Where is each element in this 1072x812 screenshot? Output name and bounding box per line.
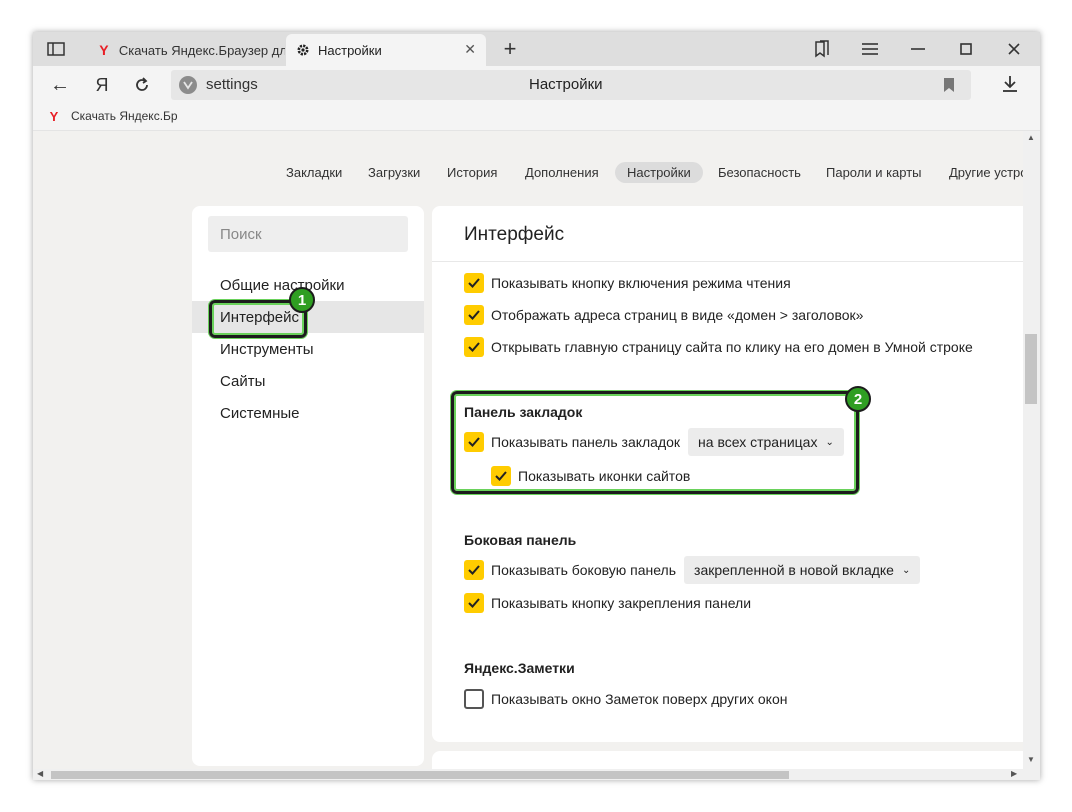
checkbox-unchecked-icon[interactable] — [464, 689, 484, 709]
checkbox-checked-icon[interactable] — [464, 337, 484, 357]
tab-download[interactable]: Y Скачать Яндекс.Браузер дл — [89, 34, 285, 66]
notes-on-top-option[interactable]: Показывать окно Заметок поверх других ок… — [464, 689, 787, 709]
callout-badge-1: 1 — [289, 287, 315, 313]
option-label: Открывать главную страницу сайта по клик… — [491, 339, 973, 355]
new-tab-icon[interactable]: + — [499, 36, 521, 61]
callout-frame-2 — [451, 391, 859, 494]
nav-bookmarks[interactable]: Закладки — [286, 165, 342, 180]
nav-history[interactable]: История — [447, 165, 497, 180]
yandex-home-button[interactable]: Я — [91, 74, 113, 96]
settings-page: Закладки Загрузки История Дополнения Нас… — [33, 131, 1023, 769]
callout-badge-2: 2 — [845, 386, 871, 412]
side-panel-heading: Боковая панель — [464, 532, 577, 548]
search-input[interactable]: Поиск — [208, 216, 408, 252]
download-icon[interactable] — [999, 73, 1021, 95]
select-value: закрепленной в новой вкладке — [694, 562, 894, 578]
bookmark-flag-icon[interactable] — [943, 77, 955, 98]
bookmark-item[interactable]: Y Скачать Яндекс.Бр — [47, 108, 178, 124]
chevron-down-icon: ⌄ — [901, 564, 911, 576]
checkbox-checked-icon[interactable] — [464, 593, 484, 613]
option-label: Показывать боковую панель — [491, 562, 677, 578]
scroll-right-arrow-icon[interactable]: ▶ — [1011, 769, 1017, 778]
sidebar-item-general[interactable]: Общие настройки — [220, 277, 345, 294]
option-label: Отображать адреса страниц в виде «домен … — [491, 307, 864, 323]
address-bar: ← Я settings Настройки — [33, 66, 1040, 104]
browser-window: Y Скачать Яндекс.Браузер дл Настройки ✕ … — [33, 32, 1040, 780]
sidebar-item-system[interactable]: Системные — [220, 405, 299, 422]
vertical-scroll-thumb[interactable] — [1025, 334, 1037, 404]
scroll-up-arrow-icon[interactable]: ▲ — [1027, 133, 1035, 142]
side-panel-select[interactable]: закрепленной в новой вкладке ⌄ — [684, 556, 921, 584]
tab-label: Настройки — [318, 42, 382, 58]
yandex-logo-icon: Y — [99, 42, 109, 58]
vertical-scrollbar[interactable]: ▲ ▼ — [1023, 131, 1040, 769]
settings-sidebar: Поиск Общие настройки Интерфейс Инструме… — [192, 206, 424, 766]
checkbox-checked-icon[interactable] — [464, 273, 484, 293]
horizontal-scroll-thumb[interactable] — [51, 771, 789, 779]
nav-extensions[interactable]: Дополнения — [525, 165, 599, 180]
reading-mode-option[interactable]: Показывать кнопку включения режима чтени… — [464, 273, 791, 293]
page-title: Настройки — [529, 76, 603, 93]
hamburger-icon[interactable] — [859, 39, 881, 59]
reload-icon[interactable] — [131, 74, 153, 96]
yandex-logo-icon: Y — [49, 108, 59, 124]
close-tab-icon[interactable]: ✕ — [464, 41, 476, 58]
nav-other-devices[interactable]: Другие устро — [949, 165, 1023, 180]
nav-downloads[interactable]: Загрузки — [368, 165, 420, 180]
section-title: Интерфейс — [464, 224, 565, 245]
tab-label: Скачать Яндекс.Браузер дл — [118, 42, 285, 58]
gear-icon — [296, 43, 310, 57]
option-label: Показывать окно Заметок поверх других ок… — [491, 691, 788, 707]
omnibox[interactable]: settings Настройки — [171, 70, 971, 100]
maximize-icon[interactable] — [955, 39, 977, 59]
option-label: Показывать кнопку включения режима чтени… — [491, 275, 791, 291]
option-label: Показывать кнопку закрепления панели — [491, 595, 752, 611]
bookmarks-bar: Y Скачать Яндекс.Бр — [33, 104, 1040, 131]
url-text: settings — [206, 76, 258, 93]
show-side-panel-option[interactable]: Показывать боковую панель закрепленной в… — [464, 556, 921, 584]
bookmarks-icon[interactable] — [811, 39, 833, 59]
next-settings-card — [432, 751, 1023, 769]
checkbox-checked-icon[interactable] — [464, 560, 484, 580]
divider — [432, 261, 1023, 262]
domain-title-option[interactable]: Отображать адреса страниц в виде «домен … — [464, 305, 863, 325]
notes-heading: Яндекс.Заметки — [464, 660, 575, 676]
nav-security[interactable]: Безопасность — [718, 165, 801, 180]
scroll-left-arrow-icon[interactable]: ◀ — [37, 769, 43, 778]
open-homepage-option[interactable]: Открывать главную страницу сайта по клик… — [464, 337, 973, 357]
nav-settings[interactable]: Настройки — [615, 162, 703, 183]
sidebar-item-tools[interactable]: Инструменты — [220, 341, 314, 358]
bookmark-label: Скачать Яндекс.Бр — [71, 109, 178, 123]
sidebar-toggle-icon[interactable] — [45, 40, 67, 58]
nav-passwords[interactable]: Пароли и карты — [826, 165, 922, 180]
back-arrow-icon[interactable]: ← — [49, 74, 71, 96]
close-icon[interactable] — [1003, 39, 1025, 59]
tab-settings[interactable]: Настройки ✕ — [286, 34, 486, 66]
minimize-icon[interactable] — [907, 39, 929, 59]
tab-bar: Y Скачать Яндекс.Браузер дл Настройки ✕ … — [33, 32, 1040, 66]
show-pin-button-option[interactable]: Показывать кнопку закрепления панели — [464, 593, 751, 613]
site-protect-icon[interactable] — [179, 76, 197, 94]
settings-main-panel: Интерфейс Показывать кнопку включения ре… — [432, 206, 1023, 742]
checkbox-checked-icon[interactable] — [464, 305, 484, 325]
scroll-down-arrow-icon[interactable]: ▼ — [1027, 755, 1035, 764]
sidebar-item-sites[interactable]: Сайты — [220, 373, 265, 390]
